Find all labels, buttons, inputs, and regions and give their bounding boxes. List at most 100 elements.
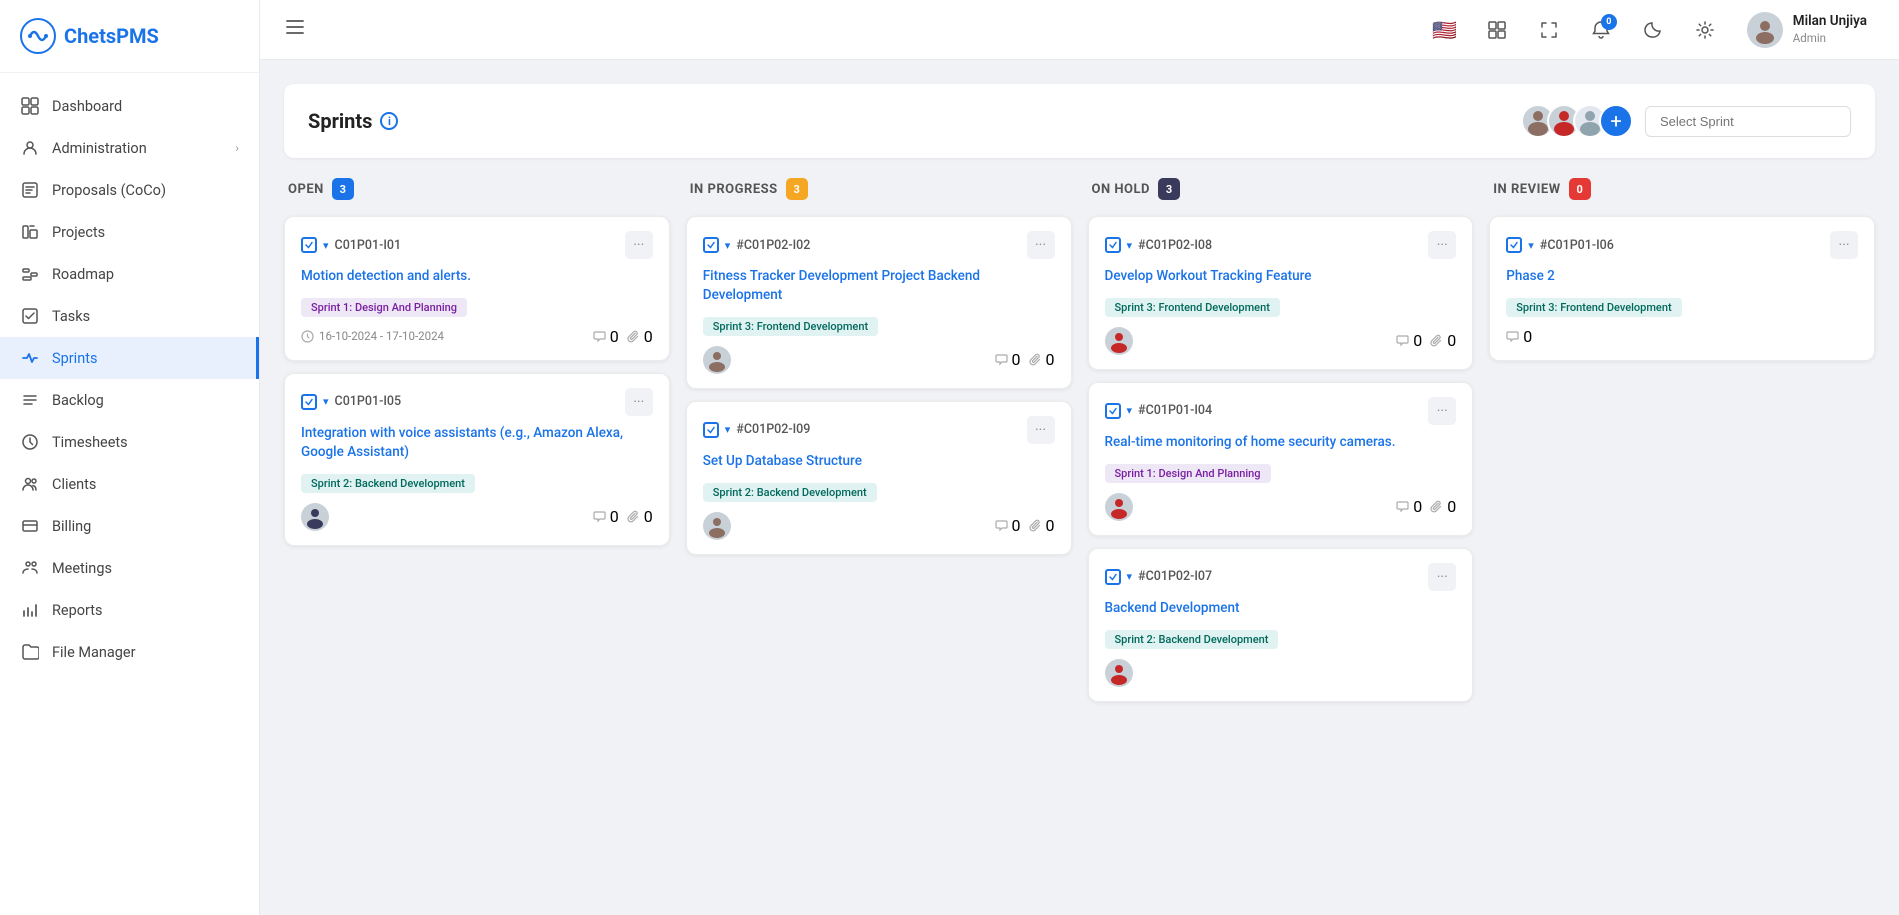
card-title[interactable]: Set Up Database Structure xyxy=(703,452,1055,471)
topbar: 🇺🇸 0 Milan Unjiya Admin xyxy=(260,0,1899,60)
sidebar-item-projects-label: Projects xyxy=(52,224,239,241)
card-title[interactable]: Fitness Tracker Development Project Back… xyxy=(703,267,1055,305)
card-C01P02-I02: ▾ #C01P02-I02 ··· Fitness Tracker Develo… xyxy=(686,216,1072,389)
sprint-tag[interactable]: Sprint 1: Design And Planning xyxy=(1105,464,1271,483)
sprint-tag[interactable]: Sprint 3: Frontend Development xyxy=(1506,298,1681,317)
card-attachments: 0 xyxy=(1029,516,1055,535)
sidebar-item-meetings[interactable]: Meetings xyxy=(0,547,259,589)
hamburger-button[interactable] xyxy=(284,16,306,43)
card-checkbox[interactable] xyxy=(1506,237,1522,253)
card-menu-button[interactable]: ··· xyxy=(1830,231,1858,259)
sidebar-item-tasks[interactable]: Tasks xyxy=(0,295,259,337)
card-C01P02-I07: ▾ #C01P02-I07 ··· Backend Development Sp… xyxy=(1088,548,1474,702)
card-title[interactable]: Integration with voice assistants (e.g.,… xyxy=(301,424,653,462)
column-in-progress: IN PROGRESS 3 ▾ #C01P02-I02 ··· xyxy=(686,178,1072,702)
sprint-tag[interactable]: Sprint 2: Backend Development xyxy=(1105,630,1279,649)
sprint-tag[interactable]: Sprint 3: Frontend Development xyxy=(703,317,878,336)
comment-icon xyxy=(593,510,606,523)
card-menu-button[interactable]: ··· xyxy=(625,231,653,259)
card-comments: 0 xyxy=(995,350,1021,369)
column-in-review: IN REVIEW 0 ▾ #C01P01-I06 ··· xyxy=(1489,178,1875,702)
logo-icon xyxy=(20,18,56,54)
user-role: Admin xyxy=(1793,31,1867,46)
settings-button[interactable] xyxy=(1687,12,1723,48)
card-comments: 0 xyxy=(1506,327,1532,346)
card-menu-button[interactable]: ··· xyxy=(1027,416,1055,444)
sidebar-item-administration[interactable]: Administration › xyxy=(0,127,259,169)
moon-icon xyxy=(1643,20,1663,40)
card-menu-button[interactable]: ··· xyxy=(1428,397,1456,425)
card-attachments: 0 xyxy=(627,327,653,346)
sidebar-item-file-manager[interactable]: File Manager xyxy=(0,631,259,673)
card-chevron[interactable]: ▾ xyxy=(1127,239,1133,252)
sprint-tag[interactable]: Sprint 2: Backend Development xyxy=(301,474,475,493)
card-id: C01P01-I05 xyxy=(335,394,402,409)
user-name: Milan Unjiya xyxy=(1793,13,1867,31)
clock-icon xyxy=(301,330,314,343)
fullscreen-button[interactable] xyxy=(1531,12,1567,48)
dark-mode-button[interactable] xyxy=(1635,12,1671,48)
card-title[interactable]: Motion detection and alerts. xyxy=(301,267,653,286)
sprint-tag[interactable]: Sprint 3: Frontend Development xyxy=(1105,298,1280,317)
notification-button[interactable]: 0 xyxy=(1583,12,1619,48)
projects-icon xyxy=(20,222,40,242)
card-checkbox[interactable] xyxy=(1105,569,1121,585)
sidebar-item-backlog[interactable]: Backlog xyxy=(0,379,259,421)
add-member-button[interactable]: + xyxy=(1599,104,1633,138)
card-title[interactable]: Backend Development xyxy=(1105,599,1457,618)
card-checkbox[interactable] xyxy=(301,394,317,410)
sidebar-item-clients-label: Clients xyxy=(52,476,239,493)
card-title[interactable]: Phase 2 xyxy=(1506,267,1858,286)
attachment-icon xyxy=(627,330,640,343)
sidebar-item-dashboard[interactable]: Dashboard xyxy=(0,85,259,127)
column-open-title: OPEN xyxy=(288,182,324,197)
page-title: Sprints xyxy=(308,109,372,133)
card-attachments: 0 xyxy=(627,507,653,526)
card-title[interactable]: Real-time monitoring of home security ca… xyxy=(1105,433,1457,452)
card-chevron[interactable]: ▾ xyxy=(1528,239,1534,252)
sprint-tag[interactable]: Sprint 2: Backend Development xyxy=(703,483,877,502)
sidebar-item-administration-label: Administration xyxy=(52,140,223,157)
sidebar-item-tasks-label: Tasks xyxy=(52,308,239,325)
sidebar-item-clients[interactable]: Clients xyxy=(0,463,259,505)
grid-view-button[interactable] xyxy=(1479,12,1515,48)
card-chevron[interactable]: ▾ xyxy=(725,239,731,252)
sidebar: ChetsPMS Dashboard Administration › Prop… xyxy=(0,0,260,915)
card-chevron[interactable]: ▾ xyxy=(1127,404,1133,417)
card-id: #C01P02-I07 xyxy=(1138,569,1212,584)
sidebar-item-reports[interactable]: Reports xyxy=(0,589,259,631)
card-checkbox[interactable] xyxy=(703,237,719,253)
card-avatar xyxy=(703,346,731,374)
user-menu[interactable]: Milan Unjiya Admin xyxy=(1739,8,1875,52)
sprint-select[interactable] xyxy=(1645,106,1851,137)
card-chevron[interactable]: ▾ xyxy=(1127,570,1133,583)
card-title[interactable]: Develop Workout Tracking Feature xyxy=(1105,267,1457,286)
card-menu-button[interactable]: ··· xyxy=(625,388,653,416)
sidebar-item-billing[interactable]: Billing xyxy=(0,505,259,547)
card-chevron[interactable]: ▾ xyxy=(725,423,731,436)
sprint-tag[interactable]: Sprint 1: Design And Planning xyxy=(301,298,467,317)
card-checkbox[interactable] xyxy=(1105,237,1121,253)
card-checkbox[interactable] xyxy=(1105,403,1121,419)
info-icon[interactable]: i xyxy=(380,112,398,130)
card-C01P02-I09: ▾ #C01P02-I09 ··· Set Up Database Struct… xyxy=(686,401,1072,555)
sidebar-item-sprints[interactable]: Sprints xyxy=(0,337,259,379)
logo[interactable]: ChetsPMS xyxy=(0,0,259,73)
sidebar-item-proposals[interactable]: Proposals (CoCo) xyxy=(0,169,259,211)
card-checkbox[interactable] xyxy=(301,237,317,253)
sidebar-item-projects[interactable]: Projects xyxy=(0,211,259,253)
sidebar-item-roadmap[interactable]: Roadmap xyxy=(0,253,259,295)
sidebar-item-timesheets[interactable]: Timesheets xyxy=(0,421,259,463)
card-menu-button[interactable]: ··· xyxy=(1428,563,1456,591)
card-menu-button[interactable]: ··· xyxy=(1027,231,1055,259)
chevron-right-icon: › xyxy=(235,141,239,155)
flag-button[interactable]: 🇺🇸 xyxy=(1427,12,1463,48)
card-comments: 0 xyxy=(1396,331,1422,350)
column-on-hold-header: ON HOLD 3 xyxy=(1088,178,1474,200)
card-checkbox[interactable] xyxy=(703,422,719,438)
card-id: #C01P02-I08 xyxy=(1138,238,1212,253)
card-menu-button[interactable]: ··· xyxy=(1428,231,1456,259)
card-chevron[interactable]: ▾ xyxy=(323,395,329,408)
clients-icon xyxy=(20,474,40,494)
card-chevron[interactable]: ▾ xyxy=(323,239,329,252)
